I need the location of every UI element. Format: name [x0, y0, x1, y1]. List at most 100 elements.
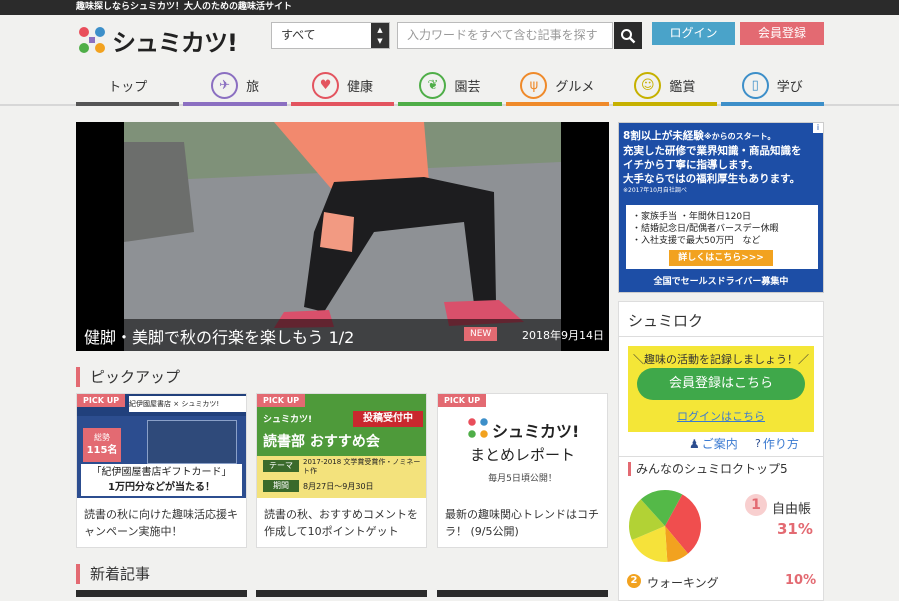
pickup-card-image: PICK UP シュミカツ! まとめレポート 毎月5日頃公開！	[438, 394, 607, 498]
new-article-thumb[interactable]	[437, 590, 608, 597]
person-icon: ☺	[634, 71, 662, 99]
guide-link[interactable]: ♟ ご案内	[689, 435, 738, 452]
heart-hands-icon: ♥	[312, 71, 340, 99]
nav-underline	[720, 102, 824, 106]
gift-card-image	[147, 420, 237, 464]
nav-label: 学び	[776, 79, 803, 95]
ad-line2: 充実した研修で業界知識・商品知識を	[623, 145, 802, 157]
rank-1-pct: 31%	[777, 520, 813, 538]
rank-2-name: ウォーキング	[647, 576, 719, 590]
pickup-badge: PICK UP	[77, 394, 126, 407]
category-select-value: すべて	[281, 28, 316, 42]
search-icon	[621, 28, 636, 43]
nav-underline	[505, 102, 610, 106]
card-period-label: 期間	[263, 480, 299, 492]
category-select[interactable]: すべて ▲ ▼	[271, 22, 390, 49]
card-image-header: 紀伊國屋書店 × シュミカツ!	[129, 396, 246, 412]
ad-bullet: ・結婚記念日/配偶者バースデー休暇	[632, 224, 779, 234]
tagline: 趣味探しならシュミカツ！大人のための趣味活サイト	[76, 2, 293, 12]
ad-line1b: ※からのスタート。	[703, 132, 776, 141]
ad-line1: 8割以上が未経験	[623, 130, 704, 142]
nav-item-top[interactable]: トップ	[76, 64, 180, 106]
ad-copy: 8割以上が未経験※からのスタート。 充実した研修で業界知識・商品知識を イチから…	[623, 129, 819, 195]
card-caption-line1: 「紀伊國屋書店ギフトカード」	[91, 467, 232, 478]
pickup-heading: ピックアップ	[76, 367, 180, 387]
nav-underline	[183, 102, 287, 106]
hero-title[interactable]: 健脚・美脚で秋の行楽を楽しもう 1/2	[84, 324, 354, 348]
new-articles-heading: 新着記事	[76, 564, 150, 584]
hero-caption: 健脚・美脚で秋の行楽を楽しもう 1/2 NEW 2018年9月14日	[76, 319, 609, 351]
cutlery-icon: ψ	[520, 71, 548, 99]
nav-item-appreciation[interactable]: ☺ 鑑賞	[613, 64, 717, 106]
howto-link[interactable]: ? 作り方	[755, 435, 799, 452]
shumiroku-register-button[interactable]: 会員登録はこちら	[637, 368, 805, 400]
ad-line3: イチから丁寧に指導します。	[623, 159, 759, 171]
nav-underline	[76, 102, 180, 106]
book-icon: ▯	[741, 71, 769, 99]
new-article-thumb[interactable]	[76, 590, 247, 597]
card-caption-line2: 1万円分などが当たる！	[108, 482, 215, 493]
hero-date: 2018年9月14日	[522, 329, 604, 342]
guide-label: ご案内	[701, 437, 738, 451]
site-logo[interactable]: シュミカツ!	[76, 22, 238, 58]
ad-banner[interactable]: i 8割以上が未経験※からのスタート。 充実した研修で業界知識・商品知識を イチ…	[618, 122, 824, 293]
select-arrows-icon: ▲ ▼	[371, 23, 389, 48]
top5-pie-chart	[629, 490, 701, 562]
nav-item-gardening[interactable]: ❦ 園芸	[398, 64, 502, 106]
nav-label: 鑑賞	[669, 79, 696, 95]
pickup-card-text: 最新の趣味関心トレンドはコチラ！ (9/5公開)	[445, 508, 599, 538]
top-tagline-bar: 趣味探しならシュミカツ！大人のための趣味活サイト	[0, 0, 899, 15]
register-button[interactable]: 会員登録	[740, 22, 824, 45]
search-placeholder: 入力ワードをすべて含む記事を探す	[407, 28, 598, 42]
logo-text: シュミカツ!	[112, 28, 238, 57]
nav-item-learning[interactable]: ▯ 学び	[720, 64, 824, 106]
nav-item-gourmet[interactable]: ψ グルメ	[505, 64, 610, 106]
pickup-card-text: 読書の秋、おすすめコメントを作成して10ポイントゲット	[264, 508, 418, 538]
card-image-sub: 毎月5日頃公開！	[488, 474, 557, 484]
shumiroku-widget: シュミロク ＼趣味の活動を記録しましょう！／ 会員登録はこちら ログインはこちら…	[618, 301, 824, 601]
rank-2-badge: 2	[627, 574, 641, 588]
nav-underline	[398, 102, 502, 106]
logo-mark-icon	[468, 418, 488, 438]
airplane-icon: ✈	[211, 71, 239, 99]
ad-note: ※2017年10月自社調べ	[623, 187, 687, 194]
search-input[interactable]: 入力ワードをすべて含む記事を探す	[397, 22, 613, 49]
ad-line4: 大手ならではの福利厚生もあります。	[623, 173, 801, 185]
pickup-card-1[interactable]: PICK UP 紀伊國屋書店 × シュミカツ! 総勢 115名 「紀伊國屋書店ギ…	[76, 393, 247, 548]
card-count-label: 総勢	[94, 433, 110, 442]
category-nav: トップ ✈ 旅 ♥ 健康 ❦ 園芸 ψ グルメ ☺ 鑑賞 ▯ 学び	[76, 64, 824, 106]
nav-underline	[613, 102, 717, 106]
login-button[interactable]: ログイン	[652, 22, 735, 45]
card-theme-label: テーマ	[263, 460, 299, 472]
nav-label: 園芸	[454, 79, 481, 95]
ad-cta-button[interactable]: 詳しくはこちら>>>	[669, 250, 773, 266]
sprout-icon: ❦	[419, 71, 447, 99]
card-theme: 2017-2018 文学賞受賞作・ノミネート作	[303, 458, 421, 475]
rank-1-name: 自由帳	[772, 502, 812, 517]
card-count-badge: 総勢 115名	[83, 428, 121, 462]
card-count-value: 115名	[86, 445, 118, 456]
howto-label: 作り方	[762, 437, 799, 451]
new-article-thumb[interactable]	[256, 590, 427, 597]
ad-bullet: ・入社支援で最大50万円 など	[632, 236, 761, 246]
new-badge: NEW	[464, 327, 498, 341]
nav-label: 健康	[347, 79, 374, 95]
nav-item-health[interactable]: ♥ 健康	[290, 64, 395, 106]
pickup-card-image: PICK UP シュミカツ! 投稿受付中 読書部 おすすめ会 テーマ 2017-…	[257, 394, 426, 498]
shumiroku-register-box: ＼趣味の活動を記録しましょう！／ 会員登録はこちら ログインはこちら	[628, 346, 814, 432]
nav-label: トップ	[108, 79, 148, 95]
ad-bullet: ・家族手当 ・年間休日120日	[632, 212, 752, 222]
nav-item-travel[interactable]: ✈ 旅	[183, 64, 287, 106]
hero-slide[interactable]: 健脚・美脚で秋の行楽を楽しもう 1/2 NEW 2018年9月14日	[76, 122, 609, 351]
card-logo-text: シュミカツ!	[492, 422, 580, 441]
card-tag: 投稿受付中	[353, 411, 423, 427]
top5-heading: みんなのシュミロクトップ5	[628, 462, 788, 476]
shumiroku-prompt: ＼趣味の活動を記録しましょう！／	[633, 353, 809, 366]
pickup-card-3[interactable]: PICK UP シュミカツ! まとめレポート 毎月5日頃公開！ 最新の趣味関心ト…	[437, 393, 608, 548]
card-image-caption: 「紀伊國屋書店ギフトカード」 1万円分などが当たる！	[81, 464, 242, 496]
shumiroku-login-link[interactable]: ログインはこちら	[628, 408, 814, 424]
pickup-card-text: 読書の秋に向けた趣味活応援キャンペーン実施中！	[84, 508, 238, 538]
search-button[interactable]	[614, 22, 642, 49]
rank-1-badge: 1	[745, 494, 767, 516]
pickup-card-2[interactable]: PICK UP シュミカツ! 投稿受付中 読書部 おすすめ会 テーマ 2017-…	[256, 393, 427, 548]
